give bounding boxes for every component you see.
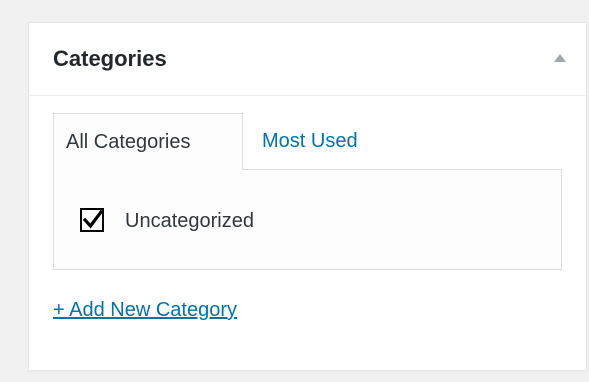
categories-metabox: Categories All Categories Most Used Unca… [28,22,587,371]
add-new-category-link[interactable]: + Add New Category [53,297,237,323]
tab-all-categories[interactable]: All Categories [53,113,243,170]
metabox-title: Categories [53,46,167,71]
metabox-header: Categories [29,23,586,96]
category-label[interactable]: Uncategorized [125,208,254,234]
page: Categories All Categories Most Used Unca… [0,0,589,382]
tab-most-used[interactable]: Most Used [243,113,358,169]
category-checklist-panel: Uncategorized [53,169,562,270]
checkmark-icon [83,210,103,229]
uncategorized-checkbox[interactable] [80,208,104,232]
collapse-toggle-icon[interactable] [554,54,566,62]
